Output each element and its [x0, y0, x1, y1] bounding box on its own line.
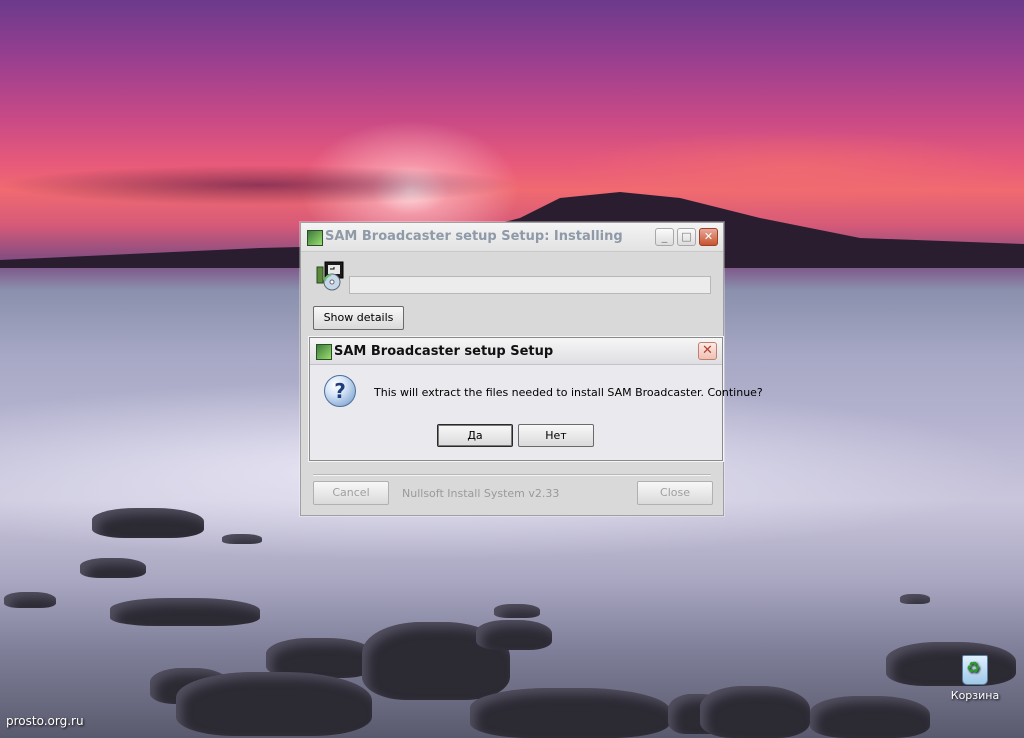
- rock: [92, 508, 204, 538]
- rock: [900, 594, 930, 604]
- question-icon: ?: [324, 375, 356, 407]
- installer-titlebar[interactable]: SAM Broadcaster setup Setup: Installing …: [301, 223, 723, 252]
- rock: [494, 604, 540, 618]
- watermark-text: prosto.org.ru: [6, 714, 84, 728]
- cancel-button[interactable]: Cancel: [313, 481, 389, 505]
- recycle-bin-label: Корзина: [950, 689, 1000, 702]
- installer-disk-icon: [316, 261, 344, 291]
- yes-button[interactable]: Да: [437, 424, 513, 447]
- recycle-bin[interactable]: Корзина: [950, 655, 1000, 702]
- recycle-bin-icon[interactable]: [962, 655, 988, 685]
- rock: [810, 696, 930, 738]
- rock: [80, 558, 146, 578]
- rock: [470, 688, 670, 738]
- installer-branding: Nullsoft Install System v2.33: [402, 487, 560, 500]
- installer-app-icon: [307, 230, 323, 246]
- dialog-titlebar[interactable]: SAM Broadcaster setup Setup ✕: [310, 338, 722, 365]
- rock: [700, 686, 810, 738]
- rock: [110, 598, 260, 626]
- dialog-message: This will extract the files needed to in…: [374, 386, 763, 399]
- maximize-button[interactable]: □: [677, 228, 696, 246]
- install-progress-bar: [349, 276, 711, 294]
- rock: [4, 592, 56, 608]
- rock: [476, 620, 552, 650]
- rock: [222, 534, 262, 544]
- dialog-app-icon: [316, 344, 332, 360]
- show-details-button[interactable]: Show details: [313, 306, 404, 330]
- dialog-close-button[interactable]: ✕: [698, 342, 717, 360]
- minimize-button[interactable]: _: [655, 228, 674, 246]
- divider: [313, 474, 711, 476]
- installer-title: SAM Broadcaster setup Setup: Installing: [325, 229, 623, 244]
- no-button[interactable]: Нет: [518, 424, 594, 447]
- rock: [176, 672, 372, 736]
- close-button[interactable]: Close: [637, 481, 713, 505]
- window-close-button[interactable]: ✕: [699, 228, 718, 246]
- confirm-dialog: SAM Broadcaster setup Setup ✕ ? This wil…: [309, 337, 763, 461]
- dialog-title: SAM Broadcaster setup Setup: [334, 344, 554, 359]
